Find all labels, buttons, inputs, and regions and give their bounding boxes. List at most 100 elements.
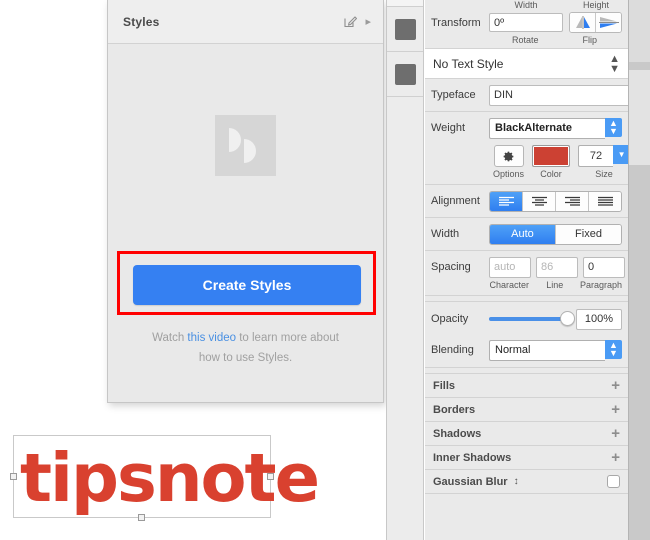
styles-placeholder-icon xyxy=(215,115,276,176)
shadows-section-header[interactable]: Shadows + xyxy=(425,422,628,446)
app-window: tipsnote Styles ▸ Create Styles Watch th… xyxy=(0,0,650,540)
opacity-slider[interactable] xyxy=(489,311,575,326)
spacing-section: Spacing Character Line Paragraph xyxy=(425,251,628,296)
alignment-label: Alignment xyxy=(431,195,480,207)
color-label: Color xyxy=(540,169,562,179)
gaussian-blur-section-header[interactable]: Gaussian Blur ↕ xyxy=(425,470,628,494)
styles-panel: Styles ▸ Create Styles Watch this video … xyxy=(107,0,384,403)
alignment-section: Alignment xyxy=(425,185,628,218)
stepper-updown-icon[interactable]: ▲ ▼ xyxy=(605,339,622,359)
add-icon[interactable]: + xyxy=(611,378,620,393)
paragraph-label: Paragraph xyxy=(580,280,623,290)
size-value: 72 xyxy=(578,145,614,167)
width-label: Width xyxy=(514,0,538,10)
align-justify-button[interactable] xyxy=(588,191,621,211)
rotate-input[interactable] xyxy=(489,13,563,32)
color-cell: Color xyxy=(532,145,571,179)
width-fixed-button[interactable]: Fixed xyxy=(555,224,621,244)
align-right-icon xyxy=(564,196,580,206)
layout-toggle-button[interactable] xyxy=(387,52,423,97)
styles-toggle-button[interactable] xyxy=(387,7,423,52)
size-combo[interactable]: 72 ▼ xyxy=(578,145,631,167)
gaussian-blur-label: Gaussian Blur xyxy=(433,475,508,488)
fills-section-header[interactable]: Fills + xyxy=(425,374,628,398)
align-right-button[interactable] xyxy=(555,191,588,211)
create-styles-highlight: Create Styles xyxy=(117,251,376,315)
stepper-updown-icon[interactable]: ▲ ▼ xyxy=(605,117,622,137)
width-segmented-control: Auto Fixed xyxy=(489,223,622,245)
blending-combo[interactable]: Normal ▲ ▼ xyxy=(489,339,622,361)
resize-handle-right[interactable] xyxy=(267,473,274,480)
line-spacing-input[interactable] xyxy=(536,256,578,278)
layout-toggle-icon xyxy=(394,63,416,85)
opacity-slider-knob[interactable] xyxy=(560,311,575,326)
width-auto-button[interactable]: Auto xyxy=(490,224,555,244)
styles-panel-body: Create Styles Watch this video to learn … xyxy=(108,44,383,402)
transform-label: Transform xyxy=(431,16,481,29)
stepper-updown-icon: ▲ ▼ xyxy=(609,52,620,75)
flip-horizontal-button[interactable] xyxy=(570,13,595,32)
typeface-input[interactable] xyxy=(489,84,641,106)
shadows-label: Shadows xyxy=(433,427,482,440)
text-style-select[interactable]: No Text Style ▲ ▼ xyxy=(425,49,628,79)
options-button[interactable] xyxy=(493,145,524,167)
typeface-label: Typeface xyxy=(431,89,476,101)
add-icon[interactable]: + xyxy=(611,426,620,441)
text-attributes-row: Options Color 72 ▼ Size xyxy=(431,145,631,179)
opacity-section: Opacity xyxy=(425,302,628,336)
fills-label: Fills xyxy=(433,379,456,392)
weight-combo[interactable]: BlackAlternate ▲ ▼ xyxy=(489,117,622,139)
selected-text-element[interactable]: tipsnote xyxy=(10,435,320,521)
typeface-section: Typeface xyxy=(425,79,641,112)
blending-label: Blending xyxy=(431,344,474,356)
width-row-label: Width xyxy=(431,228,460,240)
add-icon[interactable]: + xyxy=(611,450,620,465)
align-left-button[interactable] xyxy=(490,191,522,211)
borders-section-header[interactable]: Borders + xyxy=(425,398,628,422)
inner-shadows-label: Inner Shadows xyxy=(433,451,512,464)
character-label: Character xyxy=(489,280,529,290)
spacing-sublabels: Character Line Paragraph xyxy=(431,280,622,290)
line-label: Line xyxy=(546,280,564,290)
flip-vertical-icon xyxy=(598,17,619,28)
options-cell: Options xyxy=(493,145,524,179)
styles-panel-header: Styles ▸ xyxy=(108,0,383,44)
resize-handle-bottom[interactable] xyxy=(138,514,145,521)
inner-shadows-section-header[interactable]: Inner Shadows + xyxy=(425,446,628,470)
size-cell: 72 ▼ Size xyxy=(578,145,631,179)
align-left-icon xyxy=(498,196,514,206)
weight-label: Weight xyxy=(431,122,466,134)
flip-vertical-button[interactable] xyxy=(595,13,621,32)
size-labels: Width Height xyxy=(425,0,628,11)
paragraph-spacing-input[interactable] xyxy=(583,256,625,278)
this-video-link[interactable]: this video xyxy=(187,332,236,344)
stepper-updown-icon[interactable]: ↕ xyxy=(514,476,519,487)
gaussian-blur-checkbox[interactable] xyxy=(607,475,620,488)
align-center-button[interactable] xyxy=(522,191,555,211)
blending-value: Normal xyxy=(489,339,605,361)
size-label: Size xyxy=(595,169,613,179)
width-section: Width Auto Fixed xyxy=(425,218,628,251)
character-spacing-input[interactable] xyxy=(489,256,531,278)
options-label: Options xyxy=(493,169,525,179)
spacing-label: Spacing xyxy=(431,261,471,273)
flip-button-group xyxy=(569,12,622,33)
chevron-right-icon[interactable]: ▸ xyxy=(365,15,371,28)
opacity-input[interactable] xyxy=(576,308,622,330)
weight-section: Weight BlackAlternate ▲ ▼ Options Color … xyxy=(425,112,631,185)
add-icon[interactable]: + xyxy=(611,402,620,417)
align-center-icon xyxy=(531,196,547,206)
styles-panel-title: Styles xyxy=(123,14,160,29)
height-label: Height xyxy=(582,0,609,10)
vertical-icon-bar xyxy=(386,0,424,540)
weight-value: BlackAlternate xyxy=(489,117,605,139)
styles-toggle-icon xyxy=(394,18,416,40)
pencil-square-icon[interactable] xyxy=(344,15,358,28)
resize-handle-left[interactable] xyxy=(10,473,17,480)
hint-prefix: Watch xyxy=(152,332,188,344)
spacing-fields xyxy=(489,256,625,278)
gear-icon xyxy=(503,151,514,161)
create-styles-button[interactable]: Create Styles xyxy=(133,265,361,305)
color-swatch[interactable] xyxy=(532,145,571,167)
inspector-panel: Width Height Transform 0º Rotate Flip No… xyxy=(425,0,641,540)
